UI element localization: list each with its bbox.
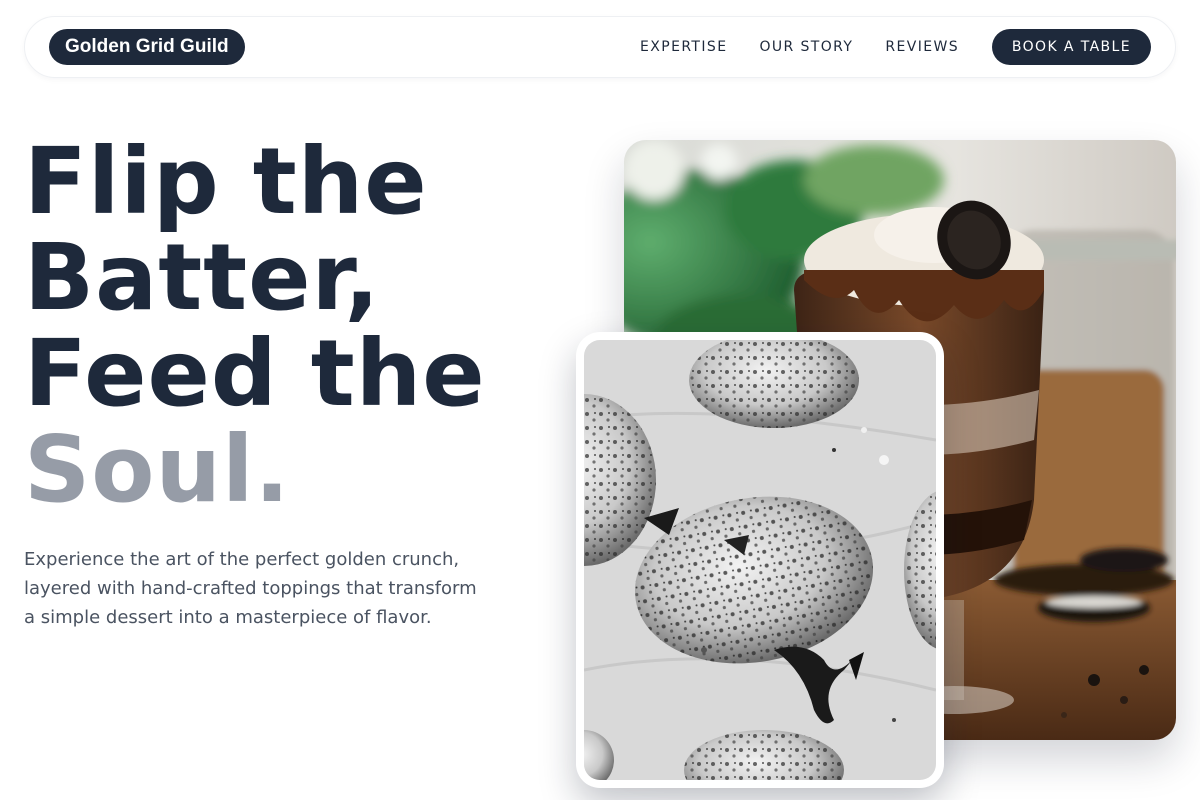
nav-links: EXPERTISE OUR STORY REVIEWS	[640, 17, 959, 77]
nav-link-expertise[interactable]: EXPERTISE	[640, 39, 727, 55]
landing-page: Golden Grid Guild EXPERTISE OUR STORY RE…	[0, 0, 1200, 800]
headline-line-3: Feed the	[24, 320, 486, 427]
nav-link-our-story[interactable]: OUR STORY	[759, 39, 853, 55]
cookies-photo	[584, 340, 936, 780]
cookies-photo-frame	[576, 332, 944, 788]
hero-description: Experience the art of the perfect golden…	[24, 549, 477, 628]
headline-line-2: Batter,	[24, 224, 381, 331]
book-table-button[interactable]: BOOK A TABLE	[991, 29, 1151, 65]
navbar: Golden Grid Guild EXPERTISE OUR STORY RE…	[24, 16, 1176, 78]
headline-line-1: Flip the	[24, 128, 428, 235]
headline-accent: Soul.	[24, 416, 291, 523]
hero-headline: Flip the Batter, Feed the Soul.	[24, 134, 486, 518]
brand-logo[interactable]: Golden Grid Guild	[49, 29, 245, 65]
cookies-illustration	[584, 340, 936, 780]
nav-link-reviews[interactable]: REVIEWS	[885, 39, 959, 55]
